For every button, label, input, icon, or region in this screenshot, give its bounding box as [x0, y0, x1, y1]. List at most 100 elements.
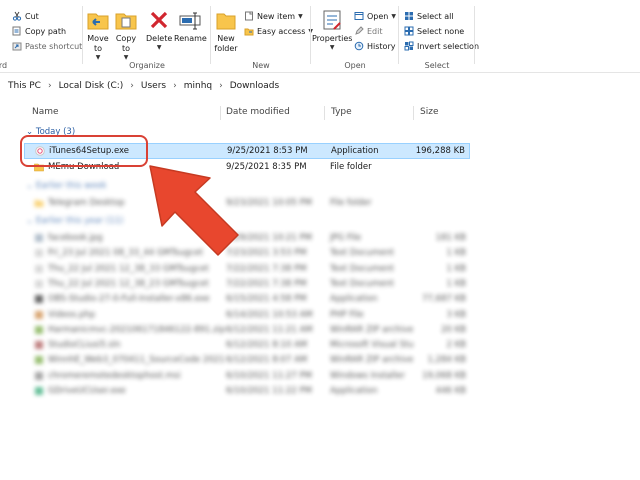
- history-button[interactable]: History: [354, 39, 395, 53]
- chevron-right-icon: ›: [47, 81, 52, 91]
- file-type: WinRAR ZIP archive: [330, 324, 414, 335]
- new-folder-button[interactable]: New folder: [214, 8, 238, 54]
- file-icon: [35, 371, 43, 380]
- file-type: JPG File: [330, 233, 362, 243]
- breadcrumb-downloads[interactable]: Downloads: [230, 81, 279, 91]
- select-all-button[interactable]: Select all: [404, 9, 454, 23]
- file-size: 1 KB: [446, 278, 466, 289]
- open-button[interactable]: Open ▼: [354, 9, 396, 23]
- file-icon: [35, 295, 43, 304]
- file-type: Text Document: [330, 263, 394, 274]
- copy-to-button[interactable]: Copy to ▼: [114, 8, 138, 61]
- select-none-button[interactable]: Select none: [404, 24, 464, 38]
- file-row[interactable]: Videos.php 6/14/2021 10:53 AM PHP File 3 KB: [24, 308, 470, 324]
- paste-shortcut-button[interactable]: Paste shortcut: [12, 39, 82, 53]
- properties-button[interactable]: Properties ▼: [312, 8, 352, 51]
- file-size: 1 KB: [446, 248, 466, 259]
- file-type: Microsoft Visual Stu: [330, 340, 414, 351]
- file-date: 9/25/2021 8:53 PM: [227, 146, 308, 156]
- file-type: Application: [330, 294, 378, 305]
- file-row[interactable]: facebook.jpg 7/29/2021 10:21 PM JPG File 18…: [24, 231, 470, 247]
- ribbon-separator: [398, 6, 399, 64]
- file-row[interactable]: Harmanicmvc-202106171846122-891.zip 6/12/…: [24, 323, 470, 339]
- move-to-button[interactable]: Move to ▼: [86, 8, 110, 61]
- new-item-icon: [245, 11, 253, 21]
- folder-icon: [34, 200, 44, 207]
- organize-group: Move to ▼ Copy to ▼ Delete ▼ Rename Orga…: [84, 0, 210, 72]
- easy-access-button[interactable]: Easy access▼: [244, 24, 313, 38]
- ribbon-separator: [82, 6, 83, 64]
- arrow-pointer-icon: [149, 165, 239, 256]
- file-name: StudioCLiusi5.sln: [48, 340, 121, 351]
- chevron-down-icon: ▼: [298, 12, 303, 20]
- column-divider[interactable]: [220, 106, 221, 120]
- cut-button[interactable]: Cut: [12, 9, 39, 23]
- file-row[interactable]: GDriveUCUser.exe 6/10/2021 11:22 PM Applic…: [24, 384, 470, 400]
- breadcrumb-this-pc[interactable]: This PC: [8, 81, 41, 91]
- file-date: 7/22/2021 7:38 PM: [226, 263, 307, 274]
- file-date: 6/12/2021 8:10 AM: [226, 340, 308, 351]
- new-item-button[interactable]: New item ▼: [244, 9, 303, 23]
- edit-button[interactable]: Edit: [354, 24, 383, 38]
- copy-path-button[interactable]: Copy path: [12, 24, 66, 38]
- easy-access-icon: [244, 28, 254, 36]
- file-date: 6/12/2021 11:21 AM: [226, 324, 313, 335]
- chevron-down-icon: ⌄: [26, 181, 36, 191]
- select-none-icon: [404, 26, 414, 36]
- file-size: 446 KB: [435, 386, 466, 396]
- delete-button[interactable]: Delete ▼: [146, 8, 172, 51]
- file-name: Thu_22 Jul 2021 12_38_23 GMTsugcet: [48, 278, 209, 289]
- file-row[interactable]: chromeremotedesktophost.msi 6/10/2021 11:…: [24, 369, 470, 385]
- file-row[interactable]: StudioCLiusi5.sln 6/12/2021 8:10 AM Micros…: [24, 338, 470, 354]
- move-to-folder-icon: [87, 13, 109, 30]
- file-icon: [35, 325, 43, 334]
- file-size: 181 KB: [435, 233, 466, 243]
- rename-button[interactable]: Rename: [174, 8, 207, 44]
- file-name: Harmanicmvc-202106171846122-891.zip: [48, 324, 226, 335]
- breadcrumb-users[interactable]: Users: [141, 81, 166, 91]
- file-type: WinRAR ZIP archive: [330, 355, 414, 366]
- file-size: 1,284 KB: [427, 355, 466, 366]
- group-header-earlier-week[interactable]: ⌄ Earlier this week: [26, 181, 107, 191]
- file-size: 196,288 KB: [415, 146, 465, 156]
- column-date-modified[interactable]: Date modified: [226, 107, 290, 117]
- column-size[interactable]: Size: [420, 107, 438, 117]
- file-type: Text Document: [330, 278, 394, 289]
- file-size: 19,068 KB: [422, 370, 466, 381]
- file-row[interactable]: WinnhE_Web3_070411_SourceCode 2021 6/12/2…: [24, 353, 470, 369]
- new-group: New folder New item▼ Easy access▼ New: [212, 0, 313, 72]
- chevron-down-icon: ▼: [391, 12, 396, 20]
- file-date: 6/10/2021 11:22 PM: [226, 386, 312, 396]
- file-row[interactable]: OBS-Studio-27-0-Full-Installer-x86.exe 6/…: [24, 292, 470, 308]
- select-all-icon: [405, 12, 413, 20]
- breadcrumb: This PC › Local Disk (C:) › Users › minh…: [8, 81, 279, 91]
- chevron-right-icon: ›: [219, 81, 223, 91]
- column-divider[interactable]: [324, 106, 325, 120]
- file-icon: [35, 279, 43, 288]
- column-type[interactable]: Type: [331, 107, 352, 117]
- group-header-earlier-year[interactable]: ⌄ Earlier this year (11): [26, 216, 123, 226]
- breadcrumb-minhq[interactable]: minhq: [184, 81, 212, 91]
- column-name[interactable]: Name: [32, 107, 59, 117]
- file-row[interactable]: Thu_22 Jul 2021 12_38_33 GMTsugcet 7/22/2…: [24, 262, 470, 278]
- column-header-row: Name Date modified Type Size: [0, 104, 640, 122]
- breadcrumb-local-disk[interactable]: Local Disk (C:): [59, 81, 124, 91]
- file-name: facebook.jpg: [48, 233, 103, 243]
- address-bar[interactable]: This PC › Local Disk (C:) › Users › minh…: [0, 76, 640, 96]
- rename-icon: [179, 12, 201, 30]
- column-divider[interactable]: [413, 106, 414, 120]
- paste-shortcut-icon: [12, 42, 22, 51]
- file-type: PHP File: [330, 309, 364, 320]
- scissors-icon: [12, 11, 22, 21]
- file-row[interactable]: Telegram Desktop 9/23/2021 10:05 PM File…: [24, 196, 470, 212]
- chevron-down-icon: ▼: [95, 54, 101, 61]
- file-row[interactable]: Thu_22 Jul 2021 12_38_23 GMTsugcet 7/22/2…: [24, 277, 470, 293]
- file-date: 7/22/2021 7:38 PM: [226, 278, 307, 289]
- file-name: OBS-Studio-27-0-Full-Installer-x86.exe: [48, 294, 210, 305]
- file-icon: [35, 387, 43, 395]
- file-icon: [35, 234, 43, 242]
- file-size: 20 KB: [441, 324, 466, 335]
- file-row[interactable]: Fri_23 Jul 2021 08_33_44 GMTsugcet 7/23/2…: [24, 246, 470, 262]
- new-folder-icon: [216, 13, 236, 30]
- invert-selection-button[interactable]: Invert selection: [404, 39, 479, 53]
